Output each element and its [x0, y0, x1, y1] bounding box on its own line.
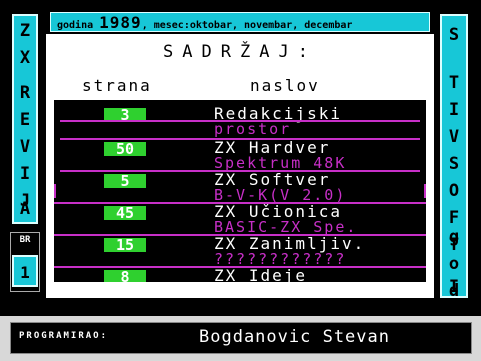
entry-subtitle: ????????????	[214, 250, 347, 268]
header-year: 1989	[99, 13, 142, 32]
page-number: 5	[104, 174, 146, 189]
page-number: 15	[104, 238, 146, 253]
header-months: , mesec:oktobar, novembar, decembar	[141, 20, 353, 31]
footer-credits: PROGRAMIRAO: Bogdanovic Stevan	[10, 322, 472, 354]
right-letter: g	[448, 227, 460, 247]
issue-label: BR	[19, 235, 31, 245]
right-letter: S	[448, 25, 460, 45]
right-letter: O	[448, 181, 460, 201]
credit-label: PROGRAMIRAO:	[19, 331, 109, 341]
right-letter: T	[448, 73, 460, 93]
page-number: 45	[104, 206, 146, 221]
page-title: SADRŽAJ:	[163, 42, 317, 62]
author-name: Bogdanovic Stevan	[199, 327, 390, 347]
header-bar: godina 1989, mesec:oktobar, novembar, de…	[50, 12, 430, 32]
footer: PROGRAMIRAO: Bogdanovic Stevan	[0, 316, 481, 361]
row-bracket	[424, 184, 426, 198]
issue-number-box: 1	[12, 255, 38, 287]
contents-panel: SADRŽAJ: strana naslov 3 Redakcijski pro…	[46, 34, 434, 298]
entry-subtitle: prostor	[214, 120, 292, 138]
issue-number: 1	[20, 263, 30, 282]
divider	[48, 282, 432, 296]
table-header: strana naslov	[54, 74, 426, 100]
row-bracket	[54, 184, 56, 198]
column-header-page: strana	[82, 76, 152, 95]
header-prefix: godina	[57, 20, 94, 31]
divider	[54, 64, 426, 74]
right-letter: I	[448, 100, 460, 120]
right-letter: V	[448, 127, 460, 147]
entry-subtitle: BASIC-ZX Spe.	[214, 218, 358, 236]
left-letter: A	[19, 199, 31, 219]
left-letter: R	[19, 83, 31, 103]
left-letter: Z	[19, 21, 31, 41]
left-letter: V	[19, 137, 31, 157]
header-text: godina 1989, mesec:oktobar, novembar, de…	[57, 13, 352, 33]
page-number: 50	[104, 142, 146, 157]
right-letter: I	[448, 277, 460, 297]
left-letter: I	[19, 164, 31, 184]
right-panel: S T I V S O F T g o d I	[440, 14, 468, 301]
column-header-title: naslov	[250, 76, 320, 95]
entry-subtitle: B-V-K(V 2.0)	[214, 186, 347, 204]
right-letter: S	[448, 154, 460, 174]
left-letter: X	[19, 48, 31, 68]
left-panel: Z X R E V I J A	[12, 14, 38, 224]
contents-table: strana naslov 3 Redakcijski prostor 50 Z…	[54, 64, 426, 286]
left-letter: E	[19, 110, 31, 130]
entry-subtitle: Spektrum 48K	[214, 154, 347, 172]
